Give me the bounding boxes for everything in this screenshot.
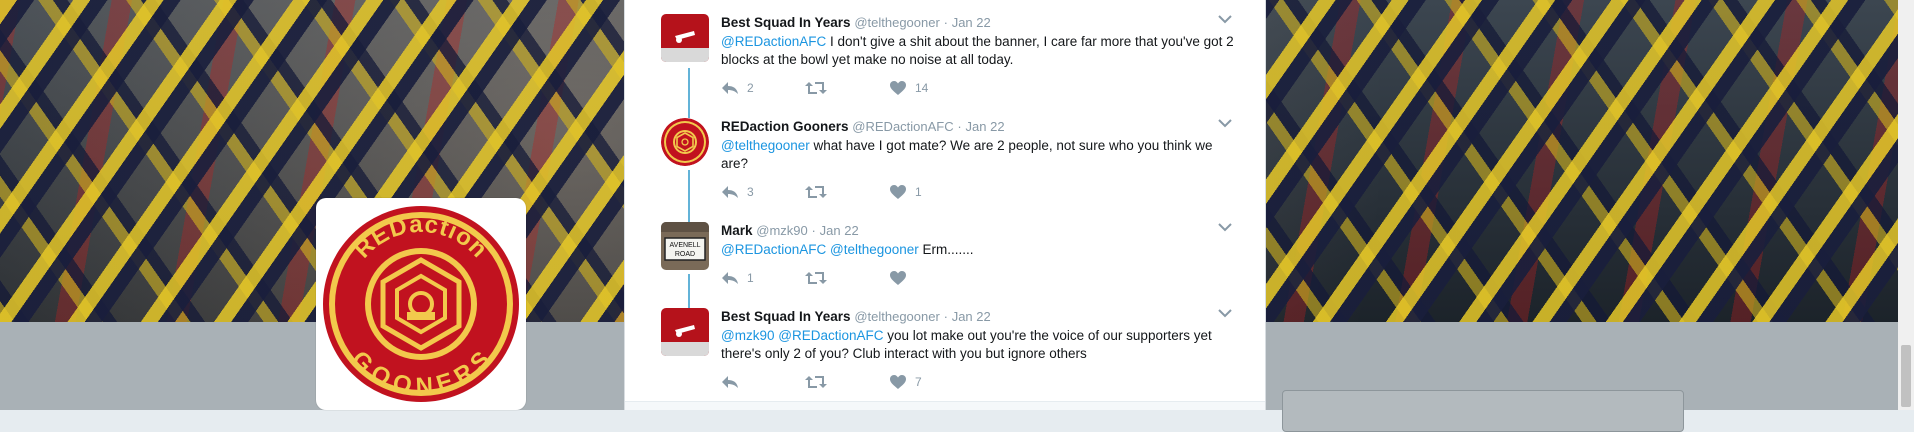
- retweet-icon: [805, 186, 827, 198]
- reply-count: 3: [747, 185, 754, 199]
- display-name[interactable]: Best Squad In Years: [721, 15, 851, 30]
- like-count: 7: [915, 375, 922, 389]
- tweet-text: @REDactionAFC I don't give a shit about …: [721, 33, 1236, 69]
- separator-dot: ·: [943, 15, 948, 30]
- user-handle[interactable]: @REDactionAFC: [852, 119, 953, 134]
- tweet-text: @mzk90 @REDactionAFC you lot make out yo…: [721, 327, 1236, 363]
- tweet-text-body: Erm.......: [918, 242, 974, 257]
- separator-dot: ·: [943, 309, 948, 324]
- scrollbar-thumb[interactable]: [1901, 345, 1911, 407]
- user-avatar[interactable]: [661, 308, 709, 356]
- conversation-panel: Best Squad In Years @telthegooner · Jan …: [624, 0, 1266, 410]
- cannon-icon: [661, 14, 709, 62]
- reply-icon: [722, 376, 738, 388]
- tweet-actions: 1: [721, 268, 1021, 288]
- reply-icon: [722, 272, 738, 284]
- mention-link[interactable]: @mzk90: [721, 328, 774, 343]
- retweet-button[interactable]: [805, 268, 835, 288]
- user-avatar[interactable]: [661, 14, 709, 62]
- user-avatar[interactable]: AVENELL ROAD: [661, 222, 709, 270]
- display-name[interactable]: Mark: [721, 223, 753, 238]
- tweet[interactable]: AVENELL ROAD Mark @mzk90 · Jan 22 @REDac…: [661, 222, 1241, 294]
- street-sign-icon: AVENELL ROAD: [661, 222, 709, 270]
- reply-button[interactable]: 3: [721, 182, 754, 202]
- retweet-icon: [805, 82, 827, 94]
- tweet-date[interactable]: Jan 22: [820, 223, 859, 238]
- separator-dot: ·: [811, 223, 816, 238]
- redaction-crest-icon: [661, 118, 709, 166]
- like-button[interactable]: 14: [889, 78, 928, 98]
- retweet-button[interactable]: [805, 78, 835, 98]
- tweet-date[interactable]: Jan 22: [952, 309, 991, 324]
- heart-icon: [890, 375, 906, 389]
- heart-icon: [890, 81, 906, 95]
- redaction-crest-icon: REDaction GOONERS: [323, 206, 519, 402]
- mention-link[interactable]: @REDactionAFC: [721, 242, 826, 257]
- user-handle[interactable]: @telthegooner: [854, 309, 939, 324]
- profile-avatar[interactable]: REDaction GOONERS: [316, 198, 526, 410]
- chevron-down-icon[interactable]: [1217, 220, 1241, 236]
- page-scrollbar[interactable]: [1898, 0, 1914, 410]
- tweet[interactable]: Best Squad In Years @telthegooner · Jan …: [661, 308, 1241, 398]
- like-button[interactable]: 1: [889, 182, 922, 202]
- separator-dot: ·: [957, 119, 962, 134]
- chevron-down-icon[interactable]: [1217, 116, 1241, 132]
- sign-text-line-2: ROAD: [675, 251, 695, 258]
- user-avatar[interactable]: [661, 118, 709, 166]
- tweet-actions: 7: [721, 372, 1021, 392]
- mention-link[interactable]: @REDactionAFC: [778, 328, 883, 343]
- heart-icon: [890, 271, 906, 285]
- like-count: 14: [915, 81, 929, 95]
- user-handle[interactable]: @mzk90: [756, 223, 808, 238]
- reply-count: 2: [747, 81, 754, 95]
- tweet-date[interactable]: Jan 22: [952, 15, 991, 30]
- mention-link[interactable]: @telthegooner: [721, 138, 810, 153]
- like-count: 1: [915, 185, 922, 199]
- retweet-button[interactable]: [805, 182, 835, 202]
- sidebar-card: [1282, 390, 1684, 432]
- tweet-actions: 3 1: [721, 182, 1021, 202]
- reply-button[interactable]: 1: [721, 268, 754, 288]
- like-button[interactable]: 7: [889, 372, 922, 392]
- like-button[interactable]: [889, 268, 915, 288]
- user-handle[interactable]: @telthegooner: [854, 15, 939, 30]
- chevron-down-icon[interactable]: [1217, 12, 1241, 28]
- retweet-icon: [805, 272, 827, 284]
- cannon-icon: [661, 308, 709, 356]
- tweet-text: @telthegooner what have I got mate? We a…: [721, 137, 1236, 173]
- reply-button[interactable]: [721, 372, 747, 392]
- display-name[interactable]: REDaction Gooners: [721, 119, 849, 134]
- retweet-button[interactable]: [805, 372, 835, 392]
- display-name[interactable]: Best Squad In Years: [721, 309, 851, 324]
- sign-text-line-1: AVENELL: [670, 242, 701, 249]
- mention-link[interactable]: @telthegooner: [830, 242, 919, 257]
- reply-icon: [722, 82, 738, 94]
- tweet[interactable]: Best Squad In Years @telthegooner · Jan …: [661, 14, 1241, 104]
- mention-link[interactable]: @REDactionAFC: [721, 34, 826, 49]
- tweet[interactable]: REDaction Gooners @REDactionAFC · Jan 22…: [661, 118, 1241, 208]
- heart-icon: [890, 185, 906, 199]
- reply-icon: [722, 186, 738, 198]
- reply-button[interactable]: 2: [721, 78, 754, 98]
- chevron-down-icon[interactable]: [1217, 306, 1241, 322]
- panel-footer: [625, 401, 1265, 410]
- reply-count: 1: [747, 271, 754, 285]
- tweet-actions: 2 14: [721, 78, 1021, 98]
- tweet-text: @REDactionAFC @telthegooner Erm.......: [721, 241, 1236, 259]
- retweet-icon: [805, 376, 827, 388]
- tweet-date[interactable]: Jan 22: [966, 119, 1005, 134]
